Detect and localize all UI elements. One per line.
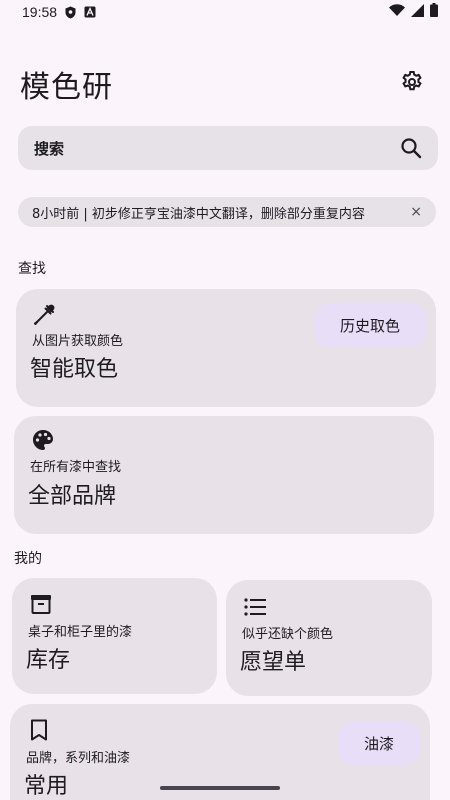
inventory-title: 库存 <box>26 648 71 673</box>
smart-pick-title: 智能取色 <box>30 357 119 382</box>
battery-icon <box>430 3 438 21</box>
update-notice[interactable]: 8小时前 | 初步修正亨宝油漆中文翻译，删除部分重复内容 × <box>18 197 436 227</box>
settings-button[interactable] <box>398 70 426 98</box>
wifi-icon <box>389 4 405 20</box>
search-icon[interactable] <box>400 137 422 159</box>
search-bar[interactable]: 搜索 <box>18 126 438 170</box>
shield-icon <box>65 6 76 19</box>
pick-history-button[interactable]: 历史取色 <box>314 303 426 347</box>
close-icon[interactable]: × <box>410 204 422 220</box>
all-brands-subtitle: 在所有漆中查找 <box>30 460 122 475</box>
section-find-label: 查找 <box>18 261 46 277</box>
bookmark-icon <box>30 719 48 741</box>
smart-pick-card[interactable]: 从图片获取颜色 智能取色 历史取色 <box>16 289 436 407</box>
signal-icon <box>411 3 424 21</box>
status-time: 19:58 <box>22 4 58 20</box>
wishlist-title: 愿望单 <box>240 650 307 675</box>
status-bar: 19:58 <box>0 0 450 24</box>
wishlist-card[interactable]: 似乎还缺个颜色 愿望单 <box>226 580 432 696</box>
favorites-subtitle: 品牌，系列和油漆 <box>26 751 131 766</box>
a-badge-icon <box>84 6 96 18</box>
all-brands-title: 全部品牌 <box>28 484 117 509</box>
list-icon <box>244 597 266 617</box>
gear-icon <box>400 70 424 98</box>
all-brands-card[interactable]: 在所有漆中查找 全部品牌 <box>14 416 434 534</box>
inventory-subtitle: 桌子和柜子里的漆 <box>28 625 133 640</box>
home-indicator[interactable] <box>160 786 280 790</box>
wishlist-subtitle: 似乎还缺个颜色 <box>242 627 334 642</box>
palette-icon <box>32 429 54 451</box>
app-title: 模色研 <box>20 70 113 105</box>
inventory-card[interactable]: 桌子和柜子里的漆 库存 <box>12 578 217 694</box>
eyedropper-icon <box>32 303 56 327</box>
smart-pick-subtitle: 从图片获取颜色 <box>32 334 124 349</box>
notice-text: 8小时前 | 初步修正亨宝油漆中文翻译，删除部分重复内容 <box>32 206 365 222</box>
favorites-title: 常用 <box>24 774 69 799</box>
search-label: 搜索 <box>34 139 65 158</box>
paint-chip-button[interactable]: 油漆 <box>338 721 420 765</box>
section-mine-label: 我的 <box>14 551 42 567</box>
archive-icon <box>30 593 52 615</box>
